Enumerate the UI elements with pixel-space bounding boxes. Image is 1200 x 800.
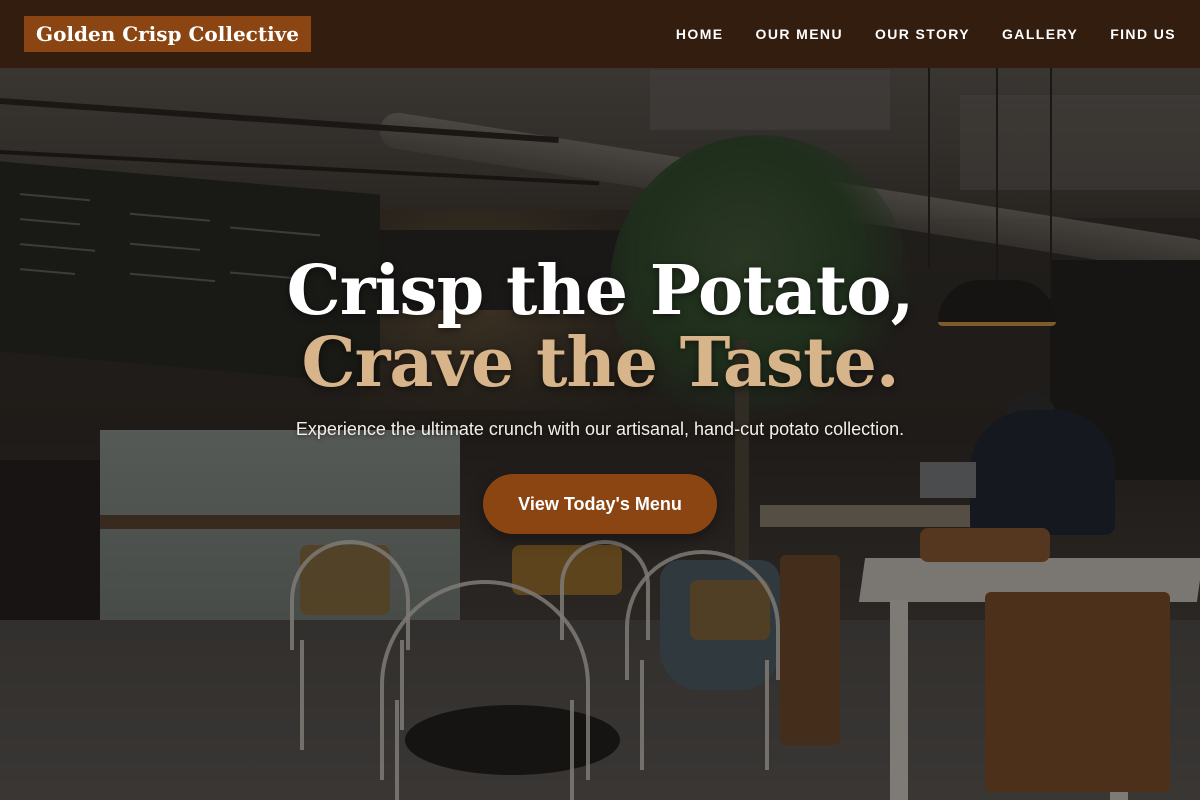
hero-tagline: Experience the ultimate crunch with our …	[295, 419, 905, 439]
main-nav: HOME OUR MENU OUR STORY GALLERY FIND US	[644, 26, 1176, 42]
nav-link-home[interactable]: HOME	[676, 26, 724, 42]
hero-section: Crisp the Potato, Crave the Taste. Exper…	[0, 255, 1200, 534]
hero-headline-line2: Crave the Taste.	[301, 323, 899, 403]
nav-link-gallery[interactable]: GALLERY	[1002, 26, 1078, 42]
nav-link-our-story[interactable]: OUR STORY	[875, 26, 970, 42]
hero-headline-line1: Crisp the Potato,	[286, 251, 915, 331]
site-header: Golden Crisp Collective HOME OUR MENU OU…	[0, 0, 1200, 68]
nav-link-find-us[interactable]: FIND US	[1110, 26, 1176, 42]
view-menu-button[interactable]: View Today's Menu	[483, 474, 717, 534]
brand-logo[interactable]: Golden Crisp Collective	[24, 16, 312, 52]
landing-page: Golden Crisp Collective HOME OUR MENU OU…	[0, 0, 1200, 800]
nav-link-our-menu[interactable]: OUR MENU	[756, 26, 843, 42]
hero-headline: Crisp the Potato, Crave the Taste.	[0, 255, 1200, 399]
